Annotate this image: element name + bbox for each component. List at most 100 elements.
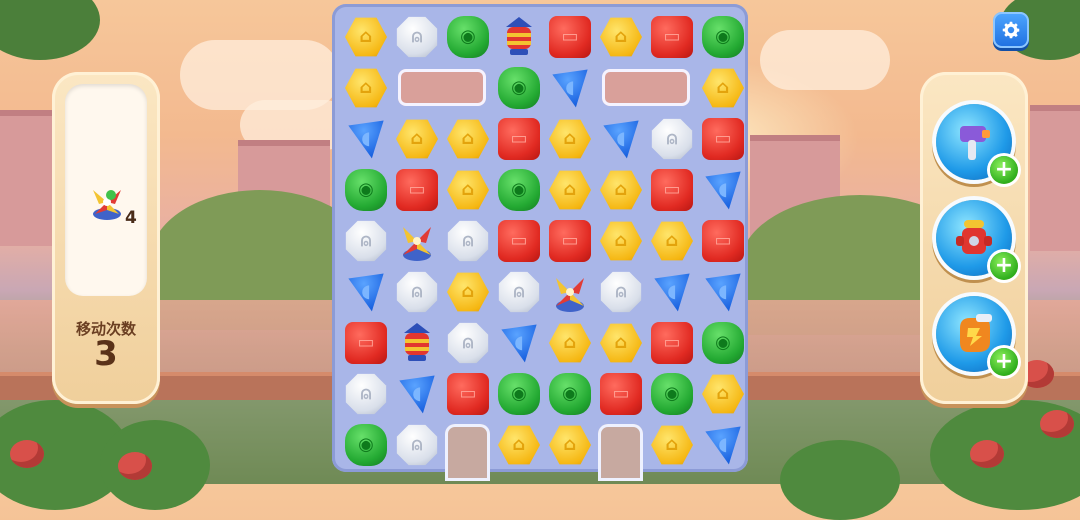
yellow-tile[interactable]: ⌂: [545, 420, 595, 470]
settings-button[interactable]: [993, 12, 1029, 48]
red-tile[interactable]: ▭: [341, 318, 391, 368]
blue-gem: ◖: [501, 324, 537, 363]
white-tile[interactable]: ⍝: [494, 267, 544, 317]
blue-gem: ◖: [348, 273, 384, 312]
gem-glyph-icon: ⌂: [614, 230, 628, 251]
yellow-gem: ⌂: [549, 170, 591, 210]
red-tile[interactable]: ▭: [698, 114, 748, 164]
blue-tile[interactable]: ◖: [341, 114, 391, 164]
green-tile[interactable]: ◉: [545, 369, 595, 419]
green-tile[interactable]: ◉: [647, 369, 697, 419]
red-tile[interactable]: ▭: [494, 216, 544, 266]
white-tile[interactable]: ⍝: [341, 216, 391, 266]
board-notch: [445, 424, 490, 481]
red-tile[interactable]: ▭: [647, 12, 697, 62]
red-tile[interactable]: ▭: [647, 165, 697, 215]
red-tile[interactable]: ▭: [596, 369, 646, 419]
gem-glyph-icon: ⌂: [614, 26, 628, 47]
pinwheel-tile[interactable]: [545, 267, 595, 317]
red-tile[interactable]: ▭: [545, 216, 595, 266]
gem-glyph-icon: ⌂: [563, 179, 577, 200]
gem-glyph-icon: ◖: [718, 179, 728, 200]
blue-tile[interactable]: ◖: [698, 420, 748, 470]
add-glove-button[interactable]: +: [990, 348, 1018, 376]
yellow-gem: ⌂: [702, 68, 744, 108]
gem-glyph-icon: ⍝: [360, 230, 372, 251]
white-gem: ⍝: [447, 322, 489, 364]
red-tile[interactable]: ▭: [443, 369, 493, 419]
lantern-tile[interactable]: [494, 12, 544, 62]
white-tile[interactable]: ⍝: [392, 12, 442, 62]
white-tile[interactable]: ⍝: [443, 318, 493, 368]
yellow-tile[interactable]: ⌂: [698, 369, 748, 419]
yellow-tile[interactable]: ⌂: [392, 114, 442, 164]
cloud: [180, 40, 340, 110]
gem-glyph-icon: ▭: [510, 128, 528, 149]
yellow-tile[interactable]: ⌂: [341, 63, 391, 113]
blue-tile[interactable]: ◖: [596, 114, 646, 164]
yellow-tile[interactable]: ⌂: [545, 318, 595, 368]
white-tile[interactable]: ⍝: [647, 114, 697, 164]
gem-glyph-icon: ▭: [663, 26, 681, 47]
lantern-tile[interactable]: [392, 318, 442, 368]
gem-glyph-icon: ▭: [663, 179, 681, 200]
add-fire-hydrant-button[interactable]: +: [990, 252, 1018, 280]
green-tile[interactable]: ◉: [698, 318, 748, 368]
gem-glyph-icon: ◖: [412, 383, 422, 404]
green-tile[interactable]: ◉: [341, 165, 391, 215]
green-tile[interactable]: ◉: [341, 420, 391, 470]
blue-tile[interactable]: ◖: [647, 267, 697, 317]
bush: [780, 440, 900, 520]
yellow-gem: ⌂: [600, 170, 642, 210]
yellow-tile[interactable]: ⌂: [443, 267, 493, 317]
gem-glyph-icon: ⍝: [615, 281, 627, 302]
yellow-tile[interactable]: ⌂: [647, 216, 697, 266]
yellow-tile[interactable]: ⌂: [698, 63, 748, 113]
yellow-gem: ⌂: [498, 425, 540, 465]
blue-tile[interactable]: ◖: [698, 165, 748, 215]
yellow-tile[interactable]: ⌂: [494, 420, 544, 470]
green-tile[interactable]: ◉: [494, 63, 544, 113]
blue-tile[interactable]: ◖: [698, 267, 748, 317]
green-tile[interactable]: ◉: [443, 12, 493, 62]
blue-tile[interactable]: ◖: [341, 267, 391, 317]
tree: [0, 0, 100, 60]
red-tile[interactable]: ▭: [647, 318, 697, 368]
add-hammer-button[interactable]: +: [990, 156, 1018, 184]
white-tile[interactable]: ⍝: [392, 267, 442, 317]
building: [238, 140, 330, 266]
red-tile[interactable]: ▭: [698, 216, 748, 266]
green-tile[interactable]: ◉: [494, 165, 544, 215]
yellow-tile[interactable]: ⌂: [443, 114, 493, 164]
white-tile[interactable]: ⍝: [392, 420, 442, 470]
yellow-tile[interactable]: ⌂: [443, 165, 493, 215]
red-tile[interactable]: ▭: [494, 114, 544, 164]
blue-tile[interactable]: ◖: [392, 369, 442, 419]
lantern-icon: [404, 323, 430, 361]
gem-glyph-icon: ▭: [459, 383, 477, 404]
red-tile[interactable]: ▭: [545, 12, 595, 62]
yellow-tile[interactable]: ⌂: [596, 165, 646, 215]
white-tile[interactable]: ⍝: [443, 216, 493, 266]
white-gem: ⍝: [345, 373, 387, 415]
green-gem: ◉: [498, 67, 540, 109]
green-tile[interactable]: ◉: [698, 12, 748, 62]
yellow-tile[interactable]: ⌂: [596, 216, 646, 266]
white-gem: ⍝: [498, 271, 540, 313]
pinwheel-icon: [403, 227, 431, 261]
blue-tile[interactable]: ◖: [545, 63, 595, 113]
green-tile[interactable]: ◉: [494, 369, 544, 419]
yellow-tile[interactable]: ⌂: [596, 12, 646, 62]
goal-box: 4: [65, 84, 147, 296]
yellow-tile[interactable]: ⌂: [647, 420, 697, 470]
yellow-tile[interactable]: ⌂: [545, 165, 595, 215]
white-tile[interactable]: ⍝: [341, 369, 391, 419]
yellow-tile[interactable]: ⌂: [596, 318, 646, 368]
blue-tile[interactable]: ◖: [494, 318, 544, 368]
white-tile[interactable]: ⍝: [596, 267, 646, 317]
yellow-tile[interactable]: ⌂: [341, 12, 391, 62]
white-gem: ⍝: [345, 220, 387, 262]
pinwheel-tile[interactable]: [392, 216, 442, 266]
red-tile[interactable]: ▭: [392, 165, 442, 215]
yellow-tile[interactable]: ⌂: [545, 114, 595, 164]
